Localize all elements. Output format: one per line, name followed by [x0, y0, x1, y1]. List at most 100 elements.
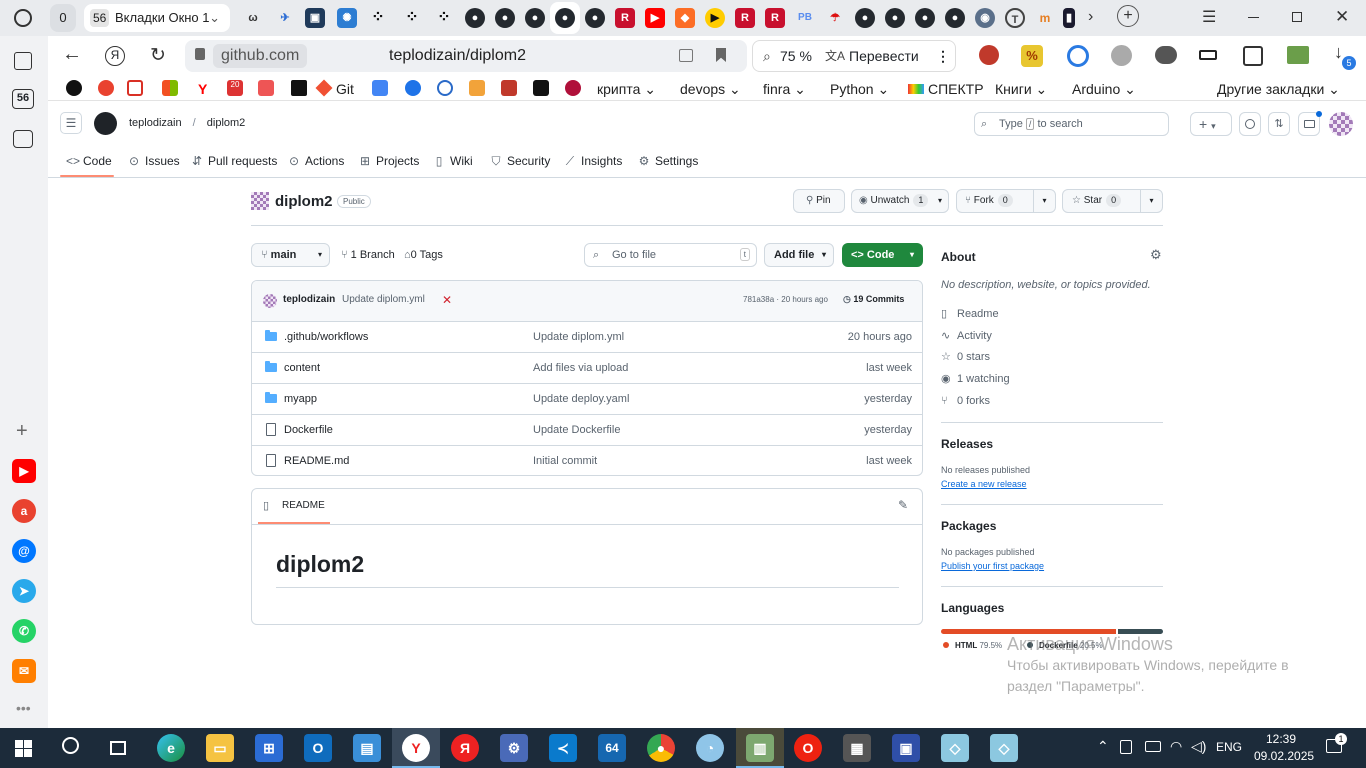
commit-message[interactable]: Update diplom.yml — [533, 322, 624, 352]
gitlab-icon[interactable]: ◆ — [675, 8, 695, 28]
readme-link[interactable]: ▯ Readme — [941, 306, 999, 322]
tabs-counter[interactable]: 56 — [12, 89, 34, 109]
yandex-icon[interactable]: Я — [451, 734, 479, 762]
commit-failed-icon[interactable]: ✕ — [442, 293, 452, 307]
github-icon[interactable]: ● — [915, 8, 935, 28]
breadcrumb-owner[interactable]: teplodizain — [129, 117, 182, 129]
bookmark-folder-arduino[interactable]: Arduino ⌄ — [1072, 80, 1136, 98]
tab-favicon[interactable]: PB — [795, 8, 815, 28]
bookmark-icon[interactable] — [501, 80, 517, 96]
stars-link[interactable]: ☆ 0 stars — [941, 349, 990, 365]
commit-message[interactable]: Update deploy.yaml — [533, 384, 629, 414]
reload-icon[interactable]: ↻ — [150, 44, 166, 67]
chevron-down-icon[interactable]: ⌄ — [209, 4, 220, 32]
add-file-button[interactable]: Add file ▾ — [764, 243, 834, 267]
bookmark-icon[interactable] — [66, 80, 82, 96]
youtube-icon[interactable]: ▶ — [645, 8, 665, 28]
tab-manager[interactable]: 56 Вкладки Окно 1 ⌄ — [84, 4, 230, 32]
bookmark-folder-crypto[interactable]: крипта ⌄ — [597, 80, 656, 98]
bookmark-icon[interactable] — [258, 80, 274, 96]
activity-link[interactable]: ∿ Activity — [941, 328, 992, 344]
bookmark-spektr[interactable]: СПЕКТР — [908, 80, 984, 98]
tray-icon[interactable] — [1145, 741, 1161, 752]
extension-icon[interactable] — [979, 45, 999, 65]
more-options-icon[interactable]: ⋮ — [936, 41, 950, 71]
tab-pull-requests[interactable]: ⇵ Pull requests — [191, 151, 277, 171]
forks-link[interactable]: ⑂ 0 forks — [941, 393, 990, 409]
extension-icon[interactable] — [1287, 46, 1309, 64]
file-name[interactable]: Dockerfile — [284, 415, 333, 445]
table-row[interactable]: Dockerfile Update Dockerfile yesterday — [252, 414, 922, 445]
create-new-button[interactable]: + ▾ — [1190, 112, 1232, 136]
file-name[interactable]: content — [284, 353, 320, 383]
youtube-icon[interactable]: ▶ — [12, 459, 36, 483]
bookmark-icon[interactable] — [98, 80, 114, 96]
tab-favicon[interactable]: ω — [243, 8, 263, 28]
volume-icon[interactable]: ◁) — [1191, 738, 1206, 755]
tab-favicon[interactable]: R — [735, 8, 755, 28]
zoom-level[interactable]: 75 % — [780, 41, 812, 71]
tab-wiki[interactable]: ▯ Wiki — [433, 151, 473, 171]
commit-hash-time[interactable]: 781a38a · 20 hours ago — [743, 295, 828, 304]
battery-icon[interactable] — [1199, 50, 1217, 60]
task-view-icon[interactable] — [110, 741, 126, 755]
outlook-icon[interactable]: O — [304, 734, 332, 762]
branch-select[interactable]: ⑂ main ▾ — [251, 243, 330, 267]
commit-message[interactable]: Add files via upload — [533, 353, 628, 383]
tab-favicon[interactable]: m — [1035, 8, 1055, 28]
messenger-icon[interactable]: ✉ — [12, 659, 36, 683]
breadcrumb-repo[interactable]: diplom2 — [207, 117, 246, 129]
language-indicator[interactable]: ENG — [1216, 740, 1242, 754]
url-field[interactable]: github.com teplodizain/diplom2 — [185, 40, 747, 72]
language-html[interactable]: HTML 79.5% — [943, 641, 1002, 650]
tray-chevron-icon[interactable]: ⌃ — [1097, 738, 1109, 755]
tab-insights[interactable]: ⟋ Insights — [564, 151, 623, 171]
close-icon[interactable]: ✕ — [1335, 7, 1349, 27]
add-panel-icon[interactable]: + — [16, 420, 28, 443]
tab-favicon[interactable]: ✈ — [275, 8, 295, 28]
unwatch-button[interactable]: ◉ Unwatch 1 ▾ — [851, 189, 949, 213]
docs-icon[interactable] — [372, 80, 388, 96]
active-tab[interactable]: ● — [550, 2, 580, 34]
tags-link[interactable]: ⌂0 Tags — [404, 249, 443, 261]
tab-settings[interactable]: ⚙ Settings — [638, 151, 699, 171]
tab-security[interactable]: ⛉ Security — [490, 151, 550, 171]
chevron-right-icon[interactable]: › — [1088, 8, 1093, 26]
file-name[interactable]: .github/workflows — [284, 322, 368, 352]
commit-message[interactable]: Update Dockerfile — [533, 415, 620, 445]
tab-issues[interactable]: ⊙ Issues — [128, 151, 180, 171]
taskbar-active-app[interactable]: Y — [392, 728, 440, 768]
reader-icon[interactable] — [679, 49, 693, 62]
menu-icon[interactable]: ☰ — [1202, 7, 1216, 27]
github-icon[interactable]: ● — [465, 8, 485, 28]
taskbar-open-app[interactable]: ▥ — [736, 728, 784, 768]
tab-favicon[interactable]: ▶ — [705, 8, 725, 28]
github-icon[interactable]: ● — [495, 8, 515, 28]
fork-button[interactable]: ⑂ Fork 0 ▾ — [956, 189, 1056, 213]
yandex-icon[interactable]: Y — [198, 80, 207, 98]
repo-name[interactable]: diplom2 — [275, 193, 333, 210]
commits-link[interactable]: ◷ 19 Commits — [843, 294, 904, 305]
star-dropdown[interactable]: ▾ — [1140, 190, 1162, 212]
calculator-icon[interactable]: ▦ — [843, 734, 871, 762]
store-icon[interactable]: ⊞ — [255, 734, 283, 762]
restore-icon[interactable] — [1292, 12, 1302, 22]
tab-favicon[interactable]: T — [1005, 8, 1025, 28]
bookmark-other[interactable]: Другие закладки ⌄ — [1217, 80, 1340, 98]
search-input[interactable]: ⌕ Type / to search — [974, 112, 1169, 136]
extension-icon[interactable]: % — [1021, 45, 1043, 67]
bookmark-folder-finra[interactable]: finra ⌄ — [763, 80, 806, 98]
tab-group[interactable]: 0 — [50, 4, 76, 32]
bookmark-icon[interactable] — [291, 80, 307, 96]
bookmark-icon[interactable]: 20 — [227, 80, 243, 96]
edit-icon[interactable]: ✎ — [898, 498, 908, 512]
tray-app-icon[interactable] — [1120, 740, 1132, 754]
chevron-down-icon[interactable]: ▾ — [938, 190, 942, 212]
releases-title[interactable]: Releases — [941, 437, 993, 451]
extension-icon[interactable] — [1243, 46, 1263, 66]
file-name[interactable]: README.md — [284, 446, 349, 475]
table-row[interactable]: .github/workflows Update diplom.yml 20 hou… — [252, 321, 922, 352]
commit-avatar[interactable] — [263, 294, 277, 308]
gmail-icon[interactable] — [127, 80, 143, 96]
packages-title[interactable]: Packages — [941, 519, 996, 533]
